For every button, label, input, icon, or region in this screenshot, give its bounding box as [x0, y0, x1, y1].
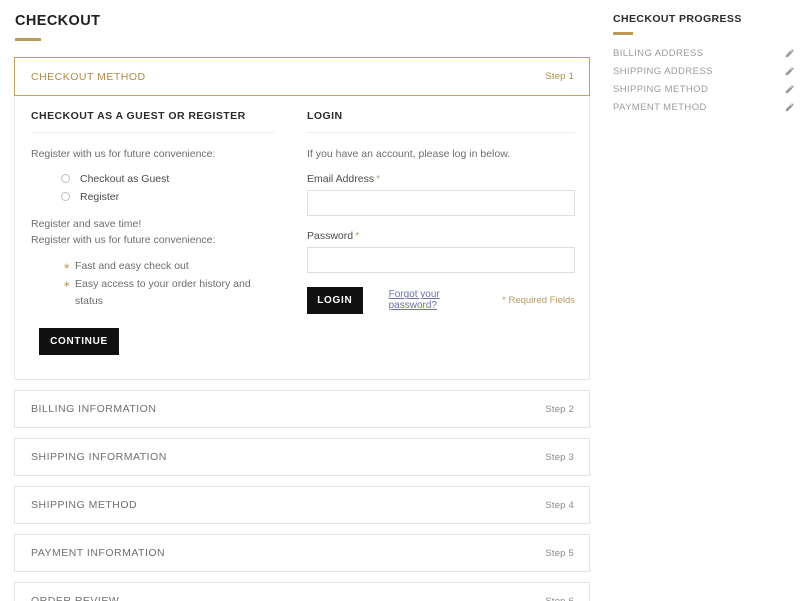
login-actions-row: LOGIN Forgot your password? * Required F… [307, 286, 575, 314]
step-title: ORDER REVIEW [31, 595, 119, 601]
step-block-payment-information: PAYMENT INFORMATION Step 5 [14, 534, 590, 573]
checkout-page: CHECKOUT CHECKOUT METHOD Step 1 CHECKOUT… [0, 0, 803, 601]
page-title-underline [15, 38, 41, 41]
step-block-shipping-information: SHIPPING INFORMATION Step 3 [14, 438, 590, 477]
step-block-order-review: ORDER REVIEW Step 6 [14, 582, 590, 601]
step-block-billing-information: BILLING INFORMATION Step 2 [14, 390, 590, 429]
checkout-method-radio-group: Checkout as Guest Register [31, 173, 275, 203]
radio-option-register[interactable]: Register [61, 191, 275, 203]
sidebar-item-label: BILLING ADDRESS [613, 47, 704, 59]
register-save-time-heading: Register and save time! [31, 217, 142, 230]
sidebar-item-payment-method[interactable]: PAYMENT METHOD [613, 98, 795, 116]
login-button[interactable]: LOGIN [307, 286, 363, 314]
sidebar-item-billing-address[interactable]: BILLING ADDRESS [613, 44, 795, 62]
step-title: BILLING INFORMATION [31, 403, 157, 416]
email-label-text: Email Address [307, 172, 375, 185]
password-field-label: Password * [307, 230, 575, 242]
register-benefits-list: ∗ Fast and easy check out ∗ Easy access … [31, 258, 275, 310]
required-asterisk: * [376, 172, 381, 185]
sidebar-title-underline [613, 32, 633, 35]
benefit-text: Fast and easy check out [75, 260, 189, 273]
email-field[interactable] [307, 189, 575, 216]
radio-label: Register [80, 190, 120, 203]
login-section-heading: LOGIN [307, 110, 575, 133]
step-number: Step 6 [545, 596, 574, 601]
step-header-shipping-information[interactable]: SHIPPING INFORMATION Step 3 [14, 438, 590, 477]
checkout-main-column: CHECKOUT CHECKOUT METHOD Step 1 CHECKOUT… [0, 10, 600, 601]
required-asterisk: * [355, 229, 360, 242]
step-number: Step 3 [545, 451, 574, 463]
bullet-icon: ∗ [63, 261, 71, 272]
list-item: ∗ Easy access to your order history and … [63, 276, 275, 311]
guest-intro-text: Register with us for future convenience: [31, 148, 216, 160]
sidebar-item-label: SHIPPING ADDRESS [613, 65, 713, 77]
benefit-text: Easy access to your order history and st… [75, 277, 251, 307]
radio-label: Checkout as Guest [80, 172, 170, 185]
step-block-shipping-method: SHIPPING METHOD Step 4 [14, 486, 590, 525]
radio-option-checkout-as-guest[interactable]: Checkout as Guest [61, 173, 275, 185]
forgot-password-link[interactable]: Forgot your password? [389, 289, 477, 311]
step-title: PAYMENT INFORMATION [31, 547, 166, 560]
guest-section-heading: CHECKOUT AS A GUEST OR REGISTER [31, 110, 275, 133]
step-number: Step 5 [545, 547, 574, 559]
sidebar-item-shipping-address[interactable]: SHIPPING ADDRESS [613, 62, 795, 80]
step-block-checkout-method: CHECKOUT METHOD Step 1 CHECKOUT AS A GUE… [14, 57, 590, 381]
password-label-text: Password [307, 229, 354, 242]
pencil-icon[interactable] [784, 84, 795, 95]
radio-circle-icon[interactable] [61, 174, 70, 184]
continue-button[interactable]: CONTINUE [39, 328, 119, 356]
step-number: Step 4 [545, 499, 574, 511]
sidebar-item-label: SHIPPING METHOD [613, 83, 709, 95]
radio-circle-icon[interactable] [61, 192, 70, 202]
sidebar-item-shipping-method[interactable]: SHIPPING METHOD [613, 80, 795, 98]
step-title: CHECKOUT METHOD [31, 70, 146, 83]
guest-register-column: CHECKOUT AS A GUEST OR REGISTER Register… [15, 110, 293, 356]
pencil-icon[interactable] [784, 66, 795, 77]
login-intro-text: If you have an account, please log in be… [307, 148, 511, 160]
email-field-label: Email Address * [307, 173, 575, 185]
step-number: Step 2 [545, 403, 574, 415]
login-column: LOGIN If you have an account, please log… [293, 110, 589, 355]
step-header-order-review[interactable]: ORDER REVIEW Step 6 [14, 582, 590, 601]
step-header-billing-information[interactable]: BILLING INFORMATION Step 2 [14, 390, 590, 429]
pencil-icon[interactable] [784, 48, 795, 59]
step-title: SHIPPING METHOD [31, 499, 138, 512]
step-header-payment-information[interactable]: PAYMENT INFORMATION Step 5 [14, 534, 590, 573]
password-field[interactable] [307, 246, 575, 273]
required-fields-note: * Required Fields [502, 294, 575, 306]
step-title: SHIPPING INFORMATION [31, 451, 167, 464]
bullet-icon: ∗ [63, 278, 71, 289]
pencil-icon[interactable] [784, 102, 795, 113]
step-number: Step 1 [545, 71, 574, 82]
step-header-shipping-method[interactable]: SHIPPING METHOD Step 4 [14, 486, 590, 525]
checkout-accordion: CHECKOUT METHOD Step 1 CHECKOUT AS A GUE… [14, 57, 590, 601]
page-title: CHECKOUT [15, 13, 101, 29]
step-header-checkout-method[interactable]: CHECKOUT METHOD Step 1 [14, 57, 590, 96]
list-item: ∗ Fast and easy check out [63, 258, 275, 275]
sidebar-item-label: PAYMENT METHOD [613, 101, 707, 113]
sidebar-title: CHECKOUT PROGRESS [613, 13, 742, 25]
step-body-checkout-method: CHECKOUT AS A GUEST OR REGISTER Register… [14, 96, 590, 381]
register-save-time-subtext: Register with us for future convenience: [31, 233, 216, 246]
checkout-progress-sidebar: CHECKOUT PROGRESS BILLING ADDRESS SHIPPI… [600, 10, 803, 601]
